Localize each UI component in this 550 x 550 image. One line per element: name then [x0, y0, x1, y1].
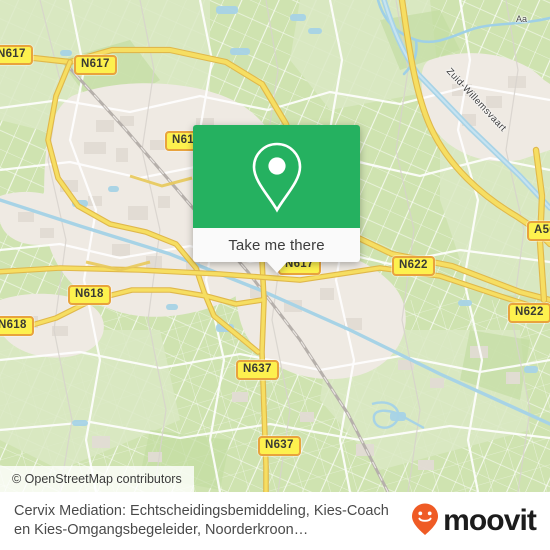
map-popup-card[interactable]: Take me there: [193, 125, 360, 273]
river-label-aa: Aa: [516, 14, 528, 24]
popup-tail: [266, 261, 288, 273]
footer-bar: Cervix Mediation: Echtscheidingsbemiddel…: [0, 492, 550, 550]
place-caption: Cervix Mediation: Echtscheidingsbemiddel…: [14, 503, 389, 538]
map-viewport[interactable]: N617 N617 N617 N617 N622 N622 N618 N618 …: [0, 0, 550, 492]
attribution-text: © OpenStreetMap contributors: [12, 472, 182, 486]
popup-image-placeholder: [193, 125, 360, 228]
map-attribution[interactable]: © OpenStreetMap contributors: [0, 466, 194, 492]
moovit-smiley-pin-icon: [410, 502, 440, 541]
road-shield-n617-west-edge[interactable]: N617: [0, 45, 33, 65]
road-shield-n618-center[interactable]: N618: [68, 285, 111, 305]
road-shield-n637-lower[interactable]: N637: [258, 436, 301, 456]
moovit-map-screenshot: N617 N617 N617 N617 N622 N622 N618 N618 …: [0, 0, 550, 550]
take-me-there-button[interactable]: Take me there: [193, 228, 360, 262]
road-shield-n637-upper[interactable]: N637: [236, 360, 279, 380]
road-shield-n618-west-edge[interactable]: N618: [0, 316, 34, 336]
map-pin-icon: [249, 140, 305, 214]
road-shield-n617-north[interactable]: N617: [74, 55, 117, 75]
moovit-wordmark: moovit: [443, 504, 537, 537]
moovit-brand[interactable]: moovit: [410, 502, 540, 541]
take-me-there-label: Take me there: [228, 236, 325, 254]
road-shield-n622-left[interactable]: N622: [392, 256, 435, 276]
road-shield-n622-right[interactable]: N622: [508, 303, 550, 323]
road-shield-a50-east-edge[interactable]: A50: [527, 221, 550, 241]
